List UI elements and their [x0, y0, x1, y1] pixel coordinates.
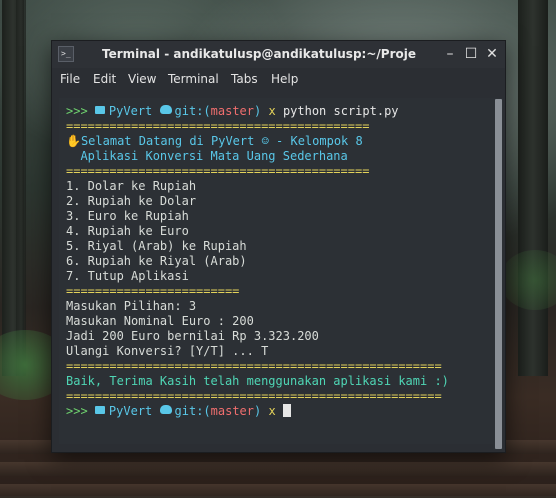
menu-option: 6. Rupiah ke Riyal (Arab): [66, 254, 247, 268]
window-title: Terminal - andikatulusp@andikatulusp:~/P…: [102, 47, 416, 61]
github-cat-icon: [159, 405, 172, 414]
welcome-text: Selamat Datang di PyVert ☺ - Kelompok 8: [80, 134, 363, 148]
folder-icon: [94, 106, 105, 114]
git-branch: master: [210, 104, 254, 118]
menu-terminal[interactable]: Terminal: [168, 72, 219, 86]
prompt-line: >>> PyVert git:(master) x: [66, 404, 291, 419]
git-close: ): [254, 404, 262, 418]
git-label: git:(: [174, 404, 211, 418]
terminal-output[interactable]: >>> PyVert git:(master) x python script.…: [59, 98, 493, 444]
git-close: ): [254, 104, 262, 118]
separator: ========================================…: [66, 359, 442, 373]
terminal-app-icon: >_: [58, 46, 74, 62]
menu-option: 5. Riyal (Arab) ke Rupiah: [66, 239, 247, 253]
dirty-mark: x: [268, 104, 276, 118]
result-line: Jadi 200 Euro bernilai Rp 3.323.200: [66, 329, 319, 343]
hand-icon: ✋: [66, 134, 81, 148]
menu-option: 7. Tutup Aplikasi: [66, 269, 189, 283]
prompt-arrows: >>>: [66, 104, 88, 118]
menu-option: 3. Euro ke Rupiah: [66, 209, 189, 223]
menu-option: 1. Dolar ke Rupiah: [66, 179, 197, 193]
menu-option: 4. Rupiah ke Euro: [66, 224, 189, 238]
maximize-icon[interactable]: ☐: [463, 46, 479, 62]
git-branch: master: [210, 404, 254, 418]
scrollbar[interactable]: [493, 98, 503, 450]
text-cursor[interactable]: [282, 404, 291, 417]
folder-icon: [94, 406, 105, 414]
separator: ========================: [66, 284, 240, 298]
prompt-line: >>> PyVert git:(master) x python script.…: [66, 104, 399, 119]
menu-edit[interactable]: Edit: [93, 72, 116, 86]
menu-file[interactable]: File: [60, 72, 80, 86]
menu-bar: File Edit View Terminal Tabs Help: [52, 68, 505, 90]
menu-view[interactable]: View: [128, 72, 156, 86]
prompt-directory: PyVert: [108, 404, 153, 418]
subtitle-line: Aplikasi Konversi Mata Uang Sederhana: [66, 149, 348, 163]
terminal-window: >_ Terminal - andikatulusp@andikatulusp:…: [51, 40, 506, 453]
git-label: git:(: [174, 104, 211, 118]
menu-tabs[interactable]: Tabs: [231, 72, 258, 86]
close-icon[interactable]: ✕: [484, 46, 500, 62]
separator: ========================================…: [66, 119, 370, 133]
command-text: python script.py: [282, 104, 399, 118]
amount-input-line: Masukan Nominal Euro : 200: [66, 314, 254, 328]
github-cat-icon: [159, 105, 172, 114]
choice-input-line: Masukan Pilihan: 3: [66, 299, 197, 313]
title-bar[interactable]: >_ Terminal - andikatulusp@andikatulusp:…: [52, 41, 505, 68]
menu-help[interactable]: Help: [271, 72, 298, 86]
separator: ========================================…: [66, 164, 370, 178]
separator: ========================================…: [66, 389, 442, 403]
dirty-mark: x: [268, 404, 276, 418]
prompt-arrows: >>>: [66, 404, 88, 418]
minimize-icon[interactable]: –: [442, 46, 458, 62]
prompt-directory: PyVert: [108, 104, 153, 118]
scrollbar-thumb[interactable]: [495, 99, 502, 449]
welcome-line: ✋Selamat Datang di PyVert ☺ - Kelompok 8: [66, 134, 363, 149]
repeat-prompt-line: Ulangi Konversi? [Y/T] ... T: [66, 344, 269, 358]
menu-option: 2. Rupiah ke Dolar: [66, 194, 197, 208]
goodbye-line: Baik, Terima Kasih telah menggunakan apl…: [66, 374, 449, 388]
